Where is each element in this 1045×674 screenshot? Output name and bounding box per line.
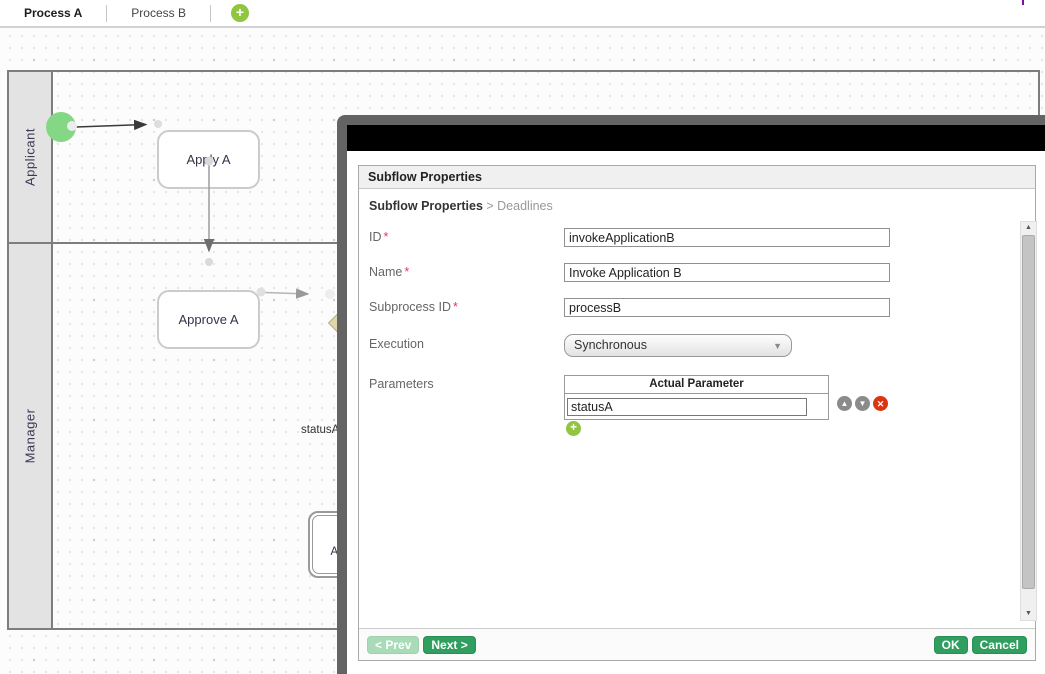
subprocess-id-input[interactable] (564, 298, 890, 317)
breadcrumb-current[interactable]: Subflow Properties (369, 199, 483, 213)
execution-selected-value: Synchronous (574, 338, 647, 352)
task-approve-a-label: Approve A (179, 312, 239, 327)
name-input[interactable] (564, 263, 890, 282)
move-up-icon[interactable]: ▲ (837, 396, 852, 411)
subprocess-id-label: Subprocess ID* (369, 300, 458, 314)
parameters-label: Parameters (369, 377, 434, 391)
parameters-table-header: Actual Parameter (565, 376, 828, 394)
id-input[interactable] (564, 228, 890, 247)
required-marker: * (384, 230, 389, 244)
lane-applicant-label: Applicant (23, 128, 38, 186)
scrollbar-track[interactable] (1021, 234, 1036, 608)
required-marker: * (404, 265, 409, 279)
dialog-panel: Subflow Properties Subflow Properties > … (358, 165, 1036, 661)
lane-manager-header[interactable]: Manager (9, 244, 53, 628)
dialog-footer: < Prev Next > OK Cancel (359, 628, 1035, 660)
move-down-icon[interactable]: ▼ (855, 396, 870, 411)
execution-dropdown[interactable]: Synchronous ▼ (564, 334, 792, 357)
name-label-text: Name (369, 265, 402, 279)
execution-label-text: Execution (369, 337, 424, 351)
dialog-title: Subflow Properties (359, 166, 1035, 189)
dialog-scrollbar[interactable]: ▲ ▼ (1020, 221, 1037, 621)
parameters-table: Actual Parameter (564, 375, 829, 420)
id-label-text: ID (369, 230, 382, 244)
parameter-value-input[interactable] (567, 398, 807, 416)
dialog-titlebar[interactable] (347, 125, 1045, 151)
dropdown-arrow-icon: ▼ (773, 340, 782, 352)
required-marker: * (453, 300, 458, 314)
tab-separator (210, 5, 211, 22)
execution-label: Execution (369, 337, 424, 351)
scrollbar-thumb[interactable] (1022, 235, 1035, 589)
screen-artifact (1022, 0, 1024, 5)
next-button[interactable]: Next > (423, 636, 475, 654)
breadcrumb-separator: > (483, 199, 497, 213)
process-tab-bar: Process A Process B + (0, 0, 1045, 28)
parameter-row-actions: ▲ ▼ ✕ (837, 396, 888, 411)
task-apply-a-label: Apply A (186, 152, 230, 167)
task-approve-a[interactable]: Approve A (157, 290, 260, 349)
breadcrumb-deadlines[interactable]: Deadlines (497, 199, 553, 213)
name-label: Name* (369, 265, 409, 279)
id-label: ID* (369, 230, 388, 244)
lane-applicant-header[interactable]: Applicant (9, 72, 53, 242)
cancel-button[interactable]: Cancel (972, 636, 1027, 654)
scrollbar-down-arrow-icon[interactable]: ▼ (1021, 608, 1036, 620)
subflow-properties-dialog: Subflow Properties Subflow Properties > … (337, 115, 1045, 674)
tab-process-b[interactable]: Process B (107, 6, 210, 20)
scrollbar-up-arrow-icon[interactable]: ▲ (1021, 222, 1036, 234)
subprocess-id-label-text: Subprocess ID (369, 300, 451, 314)
tab-process-a[interactable]: Process A (0, 6, 106, 20)
delete-row-icon[interactable]: ✕ (873, 396, 888, 411)
ok-button[interactable]: OK (934, 636, 968, 654)
lane-manager-label: Manager (23, 409, 38, 464)
parameters-label-text: Parameters (369, 377, 434, 391)
task-apply-a[interactable]: Apply A (157, 130, 260, 189)
add-process-button[interactable]: + (231, 4, 249, 22)
prev-button[interactable]: < Prev (367, 636, 419, 654)
breadcrumb: Subflow Properties > Deadlines (369, 199, 553, 213)
add-parameter-icon[interactable]: + (566, 421, 581, 436)
